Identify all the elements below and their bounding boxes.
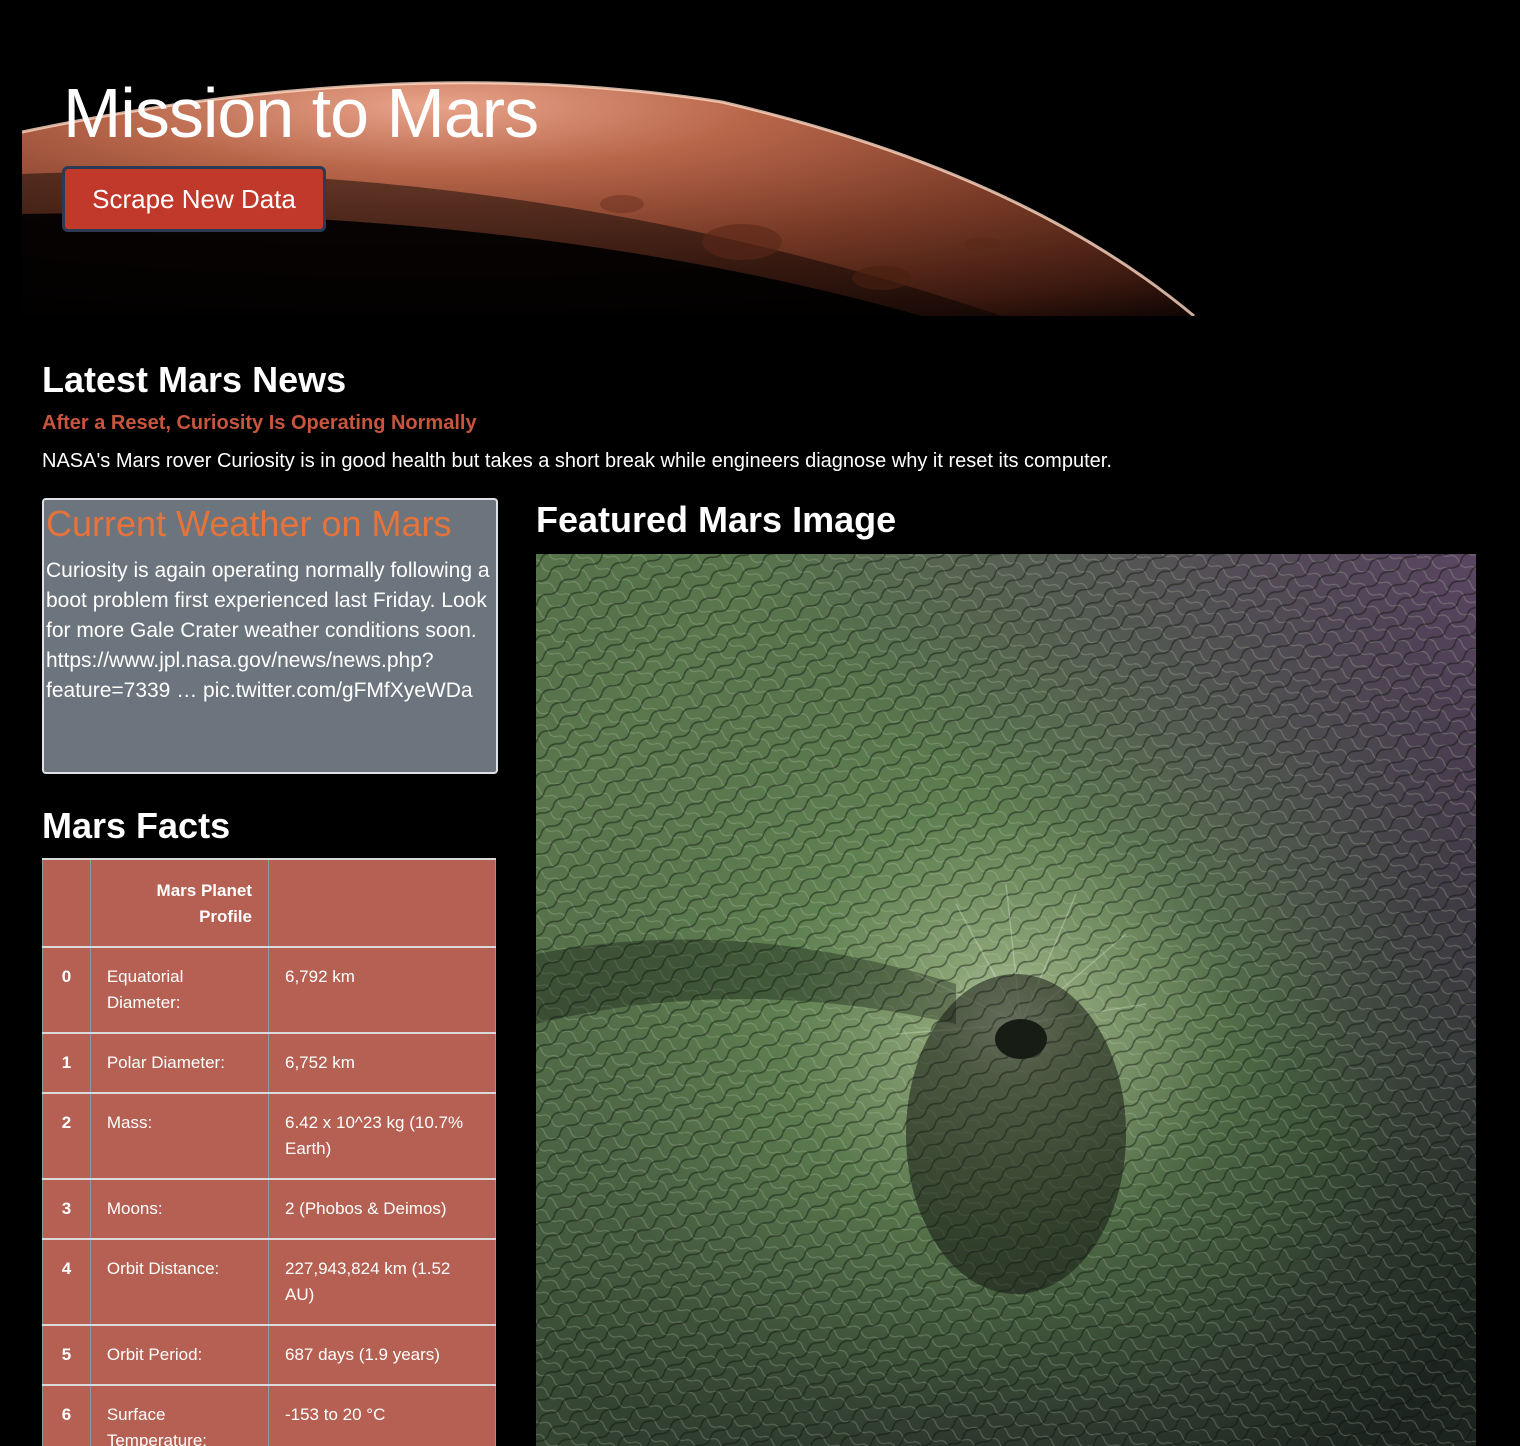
weather-text: Curiosity is again operating normally fo… — [46, 558, 490, 702]
row-label: Surface Temperature: — [89, 1384, 269, 1446]
row-value: 2 (Phobos & Deimos) — [267, 1178, 497, 1240]
row-label: Orbit Distance: — [89, 1238, 269, 1326]
row-value: 6,792 km — [267, 946, 497, 1034]
table-row: 1 Polar Diameter: 6,752 km — [42, 1032, 497, 1094]
table-row: 6 Surface Temperature: -153 to 20 °C — [42, 1384, 497, 1446]
row-index: 1 — [42, 1032, 91, 1094]
row-index: 6 — [42, 1384, 91, 1446]
table-row: 5 Orbit Period: 687 days (1.9 years) — [42, 1324, 497, 1386]
row-index: 2 — [42, 1092, 91, 1180]
table-header-cell: Mars Planet Profile — [89, 858, 269, 948]
row-index: 3 — [42, 1178, 91, 1240]
row-value: 6,752 km — [267, 1032, 497, 1094]
news-title: After a Reset, Curiosity Is Operating No… — [42, 412, 477, 434]
table-header-cell — [42, 858, 91, 948]
row-index: 0 — [42, 946, 91, 1034]
table-header-cell — [267, 858, 497, 948]
page: Mission to Mars Scrape New Data Latest M… — [0, 0, 1520, 1446]
row-value: -153 to 20 °C — [267, 1384, 497, 1446]
row-index: 4 — [42, 1238, 91, 1326]
row-label: Polar Diameter: — [89, 1032, 269, 1094]
table-row: 0 Equatorial Diameter: 6,792 km — [42, 946, 497, 1034]
table-row: 3 Moons: 2 (Phobos & Deimos) — [42, 1178, 497, 1240]
row-index: 5 — [42, 1324, 91, 1386]
page-title: Mission to Mars — [63, 74, 539, 152]
news-heading: Latest Mars News — [42, 359, 347, 400]
table-row: 4 Orbit Distance: 227,943,824 km (1.52 A… — [42, 1238, 497, 1326]
news-teaser: NASA's Mars rover Curiosity is in good h… — [42, 450, 1112, 472]
row-value: 6.42 x 10^23 kg (10.7% Earth) — [267, 1092, 497, 1180]
row-value: 687 days (1.9 years) — [267, 1324, 497, 1386]
weather-card: Current Weather on Mars Curiosity is aga… — [42, 498, 498, 774]
featured-image-heading: Featured Mars Image — [536, 499, 897, 540]
table-header-row: Mars Planet Profile — [42, 858, 497, 948]
row-value: 227,943,824 km (1.52 AU) — [267, 1238, 497, 1326]
scrape-new-data-button[interactable]: Scrape New Data — [62, 166, 326, 232]
row-label: Orbit Period: — [89, 1324, 269, 1386]
mars-facts-table: Mars Planet Profile 0 Equatorial Diamete… — [42, 858, 497, 1446]
weather-heading: Current Weather on Mars — [46, 503, 452, 544]
row-label: Moons: — [89, 1178, 269, 1240]
featured-mars-image — [536, 554, 1476, 1446]
row-label: Mass: — [89, 1092, 269, 1180]
row-label: Equatorial Diameter: — [89, 946, 269, 1034]
facts-heading: Mars Facts — [42, 805, 231, 846]
table-row: 2 Mass: 6.42 x 10^23 kg (10.7% Earth) — [42, 1092, 497, 1180]
